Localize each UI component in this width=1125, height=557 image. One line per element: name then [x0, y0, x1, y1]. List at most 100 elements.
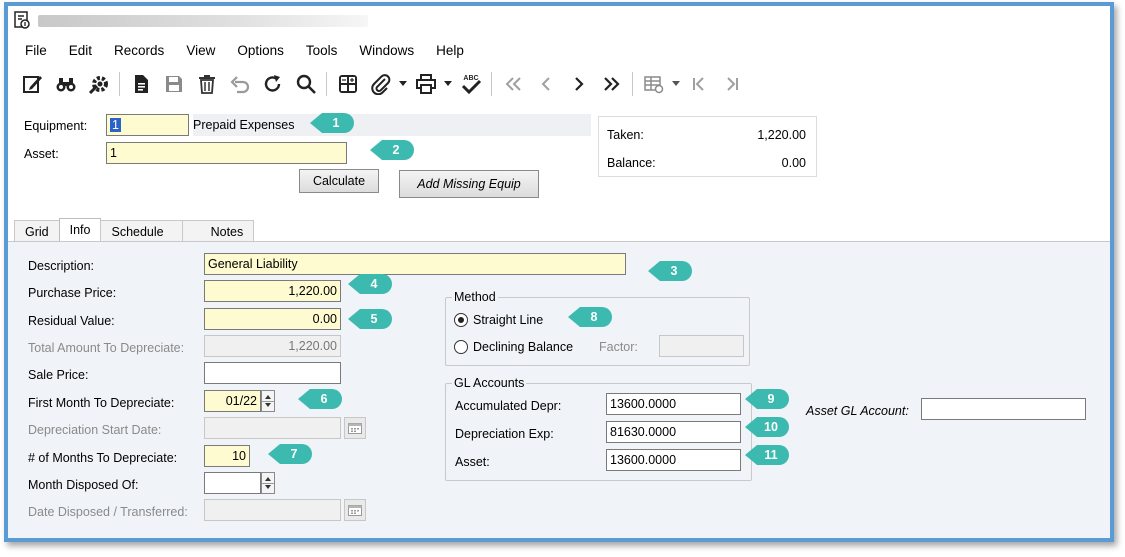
month-disposed-input[interactable] [204, 472, 261, 494]
equipment-value: 1 [110, 118, 121, 132]
calculator-button[interactable] [331, 69, 364, 99]
search-button[interactable] [289, 69, 322, 99]
find-button[interactable] [49, 69, 82, 99]
header-area: Equipment: 1 Prepaid Expenses Asset: 1 C… [8, 106, 1110, 216]
callout-10: 10 [745, 416, 789, 438]
callout-7: 7 [268, 443, 312, 465]
toolbar-separator [119, 72, 120, 96]
month-disposed-stepper[interactable] [261, 472, 275, 494]
print-button[interactable] [409, 69, 442, 99]
callout-4: 4 [348, 273, 392, 295]
stepper-divider [262, 401, 274, 402]
go-last-button[interactable] [715, 69, 748, 99]
grid-settings-button[interactable] [637, 69, 670, 99]
stepper-up-icon [265, 477, 271, 481]
callout-number: 2 [392, 143, 400, 157]
tools-button[interactable] [82, 69, 115, 99]
delete-button[interactable] [190, 69, 223, 99]
date-disposed-calendar-button [344, 499, 366, 521]
refresh-button[interactable] [256, 69, 289, 99]
dep-start-input [204, 417, 341, 439]
tab-grid[interactable]: Grid [14, 220, 60, 243]
first-record-icon [505, 77, 521, 91]
add-missing-equip-button[interactable]: Add Missing Equip [399, 170, 539, 198]
binoculars-icon [56, 78, 75, 92]
months-input[interactable]: 10 [204, 445, 250, 467]
total-depreciate-value: 1,220.00 [204, 335, 341, 357]
spellcheck-button[interactable]: ABC [454, 69, 487, 99]
last-record-icon [603, 77, 620, 91]
save-button[interactable] [157, 69, 190, 99]
calculate-button[interactable]: Calculate [299, 169, 379, 193]
menu-edit[interactable]: Edit [58, 40, 103, 62]
first-month-input[interactable]: 01/22 [204, 390, 261, 412]
save-icon [165, 76, 182, 92]
chevron-down-icon [672, 81, 680, 86]
go-first-button[interactable] [682, 69, 715, 99]
previous-record-button[interactable] [529, 69, 562, 99]
callout-3: 3 [648, 260, 692, 282]
undo-button[interactable] [223, 69, 256, 99]
residual-value-input[interactable]: 0.00 [204, 308, 341, 330]
dep-start-calendar-button [344, 417, 366, 439]
menu-bar: File Edit Records View Options Tools Win… [8, 40, 475, 62]
month-disposed-label: Month Disposed Of: [28, 478, 139, 492]
menu-file[interactable]: File [8, 40, 58, 62]
tab-bar: Grid Info Schedule Notes [14, 218, 255, 243]
declining-balance-radio[interactable] [454, 340, 468, 354]
callout-number: 8 [590, 310, 598, 324]
stepper-down-icon [265, 485, 271, 489]
grid-settings-dropdown[interactable] [670, 69, 682, 99]
chevron-down-icon [444, 81, 452, 86]
gl-accounts-group: GL Accounts Accumulated Depr: 13600.0000… [445, 376, 752, 481]
print-icon [415, 74, 436, 94]
description-input[interactable]: General Liability [204, 253, 626, 275]
attach-button[interactable] [364, 69, 397, 99]
menu-tools[interactable]: Tools [295, 40, 349, 62]
gl-asset-input[interactable]: 13600.0000 [606, 449, 741, 471]
previous-record-icon [541, 77, 550, 91]
accumulated-depr-input[interactable]: 13600.0000 [606, 393, 741, 415]
dep-start-label: Depreciation Start Date: [28, 423, 162, 437]
depreciation-exp-input[interactable]: 81630.0000 [606, 421, 741, 443]
first-month-label: First Month To Depreciate: [28, 396, 175, 410]
tab-info[interactable]: Info [58, 218, 102, 243]
menu-options[interactable]: Options [226, 40, 295, 62]
tab-schedule[interactable]: Schedule [100, 220, 183, 243]
menu-windows[interactable]: Windows [348, 40, 425, 62]
taken-value: 1,220.00 [757, 128, 806, 142]
residual-value-label: Residual Value: [28, 314, 115, 328]
equipment-input[interactable]: 1 [106, 114, 189, 136]
new-document-button[interactable] [124, 69, 157, 99]
date-disposed-input [204, 499, 341, 521]
purchase-price-input[interactable]: 1,220.00 [204, 280, 341, 302]
tab-notes[interactable]: Notes [181, 220, 255, 243]
attach-dropdown[interactable] [397, 69, 409, 99]
first-month-stepper[interactable] [261, 390, 275, 412]
sale-price-input[interactable] [204, 362, 341, 384]
straight-line-radio[interactable] [454, 313, 468, 327]
asset-gl-account-input[interactable] [921, 398, 1086, 420]
taken-label: Taken: [607, 128, 644, 142]
edit-icon [22, 76, 42, 93]
purchase-price-label: Purchase Price: [28, 286, 117, 300]
callout-9: 9 [745, 388, 789, 410]
description-label: Description: [28, 259, 94, 273]
last-record-button[interactable] [595, 69, 628, 99]
menu-help[interactable]: Help [425, 40, 475, 62]
equipment-description: Prepaid Expenses [193, 114, 591, 136]
balance-value: 0.00 [781, 156, 806, 170]
factor-label: Factor: [599, 340, 638, 354]
edit-button[interactable] [16, 69, 49, 99]
asset-input[interactable]: 1 [106, 142, 347, 164]
menu-records[interactable]: Records [103, 40, 175, 62]
first-record-button[interactable] [496, 69, 529, 99]
menu-view[interactable]: View [175, 40, 226, 62]
undo-icon [229, 76, 249, 94]
factor-input [659, 335, 744, 357]
next-record-button[interactable] [562, 69, 595, 99]
stepper-down-icon [265, 403, 271, 407]
go-first-icon [692, 77, 704, 91]
straight-line-label: Straight Line [473, 313, 544, 327]
print-dropdown[interactable] [442, 69, 454, 99]
